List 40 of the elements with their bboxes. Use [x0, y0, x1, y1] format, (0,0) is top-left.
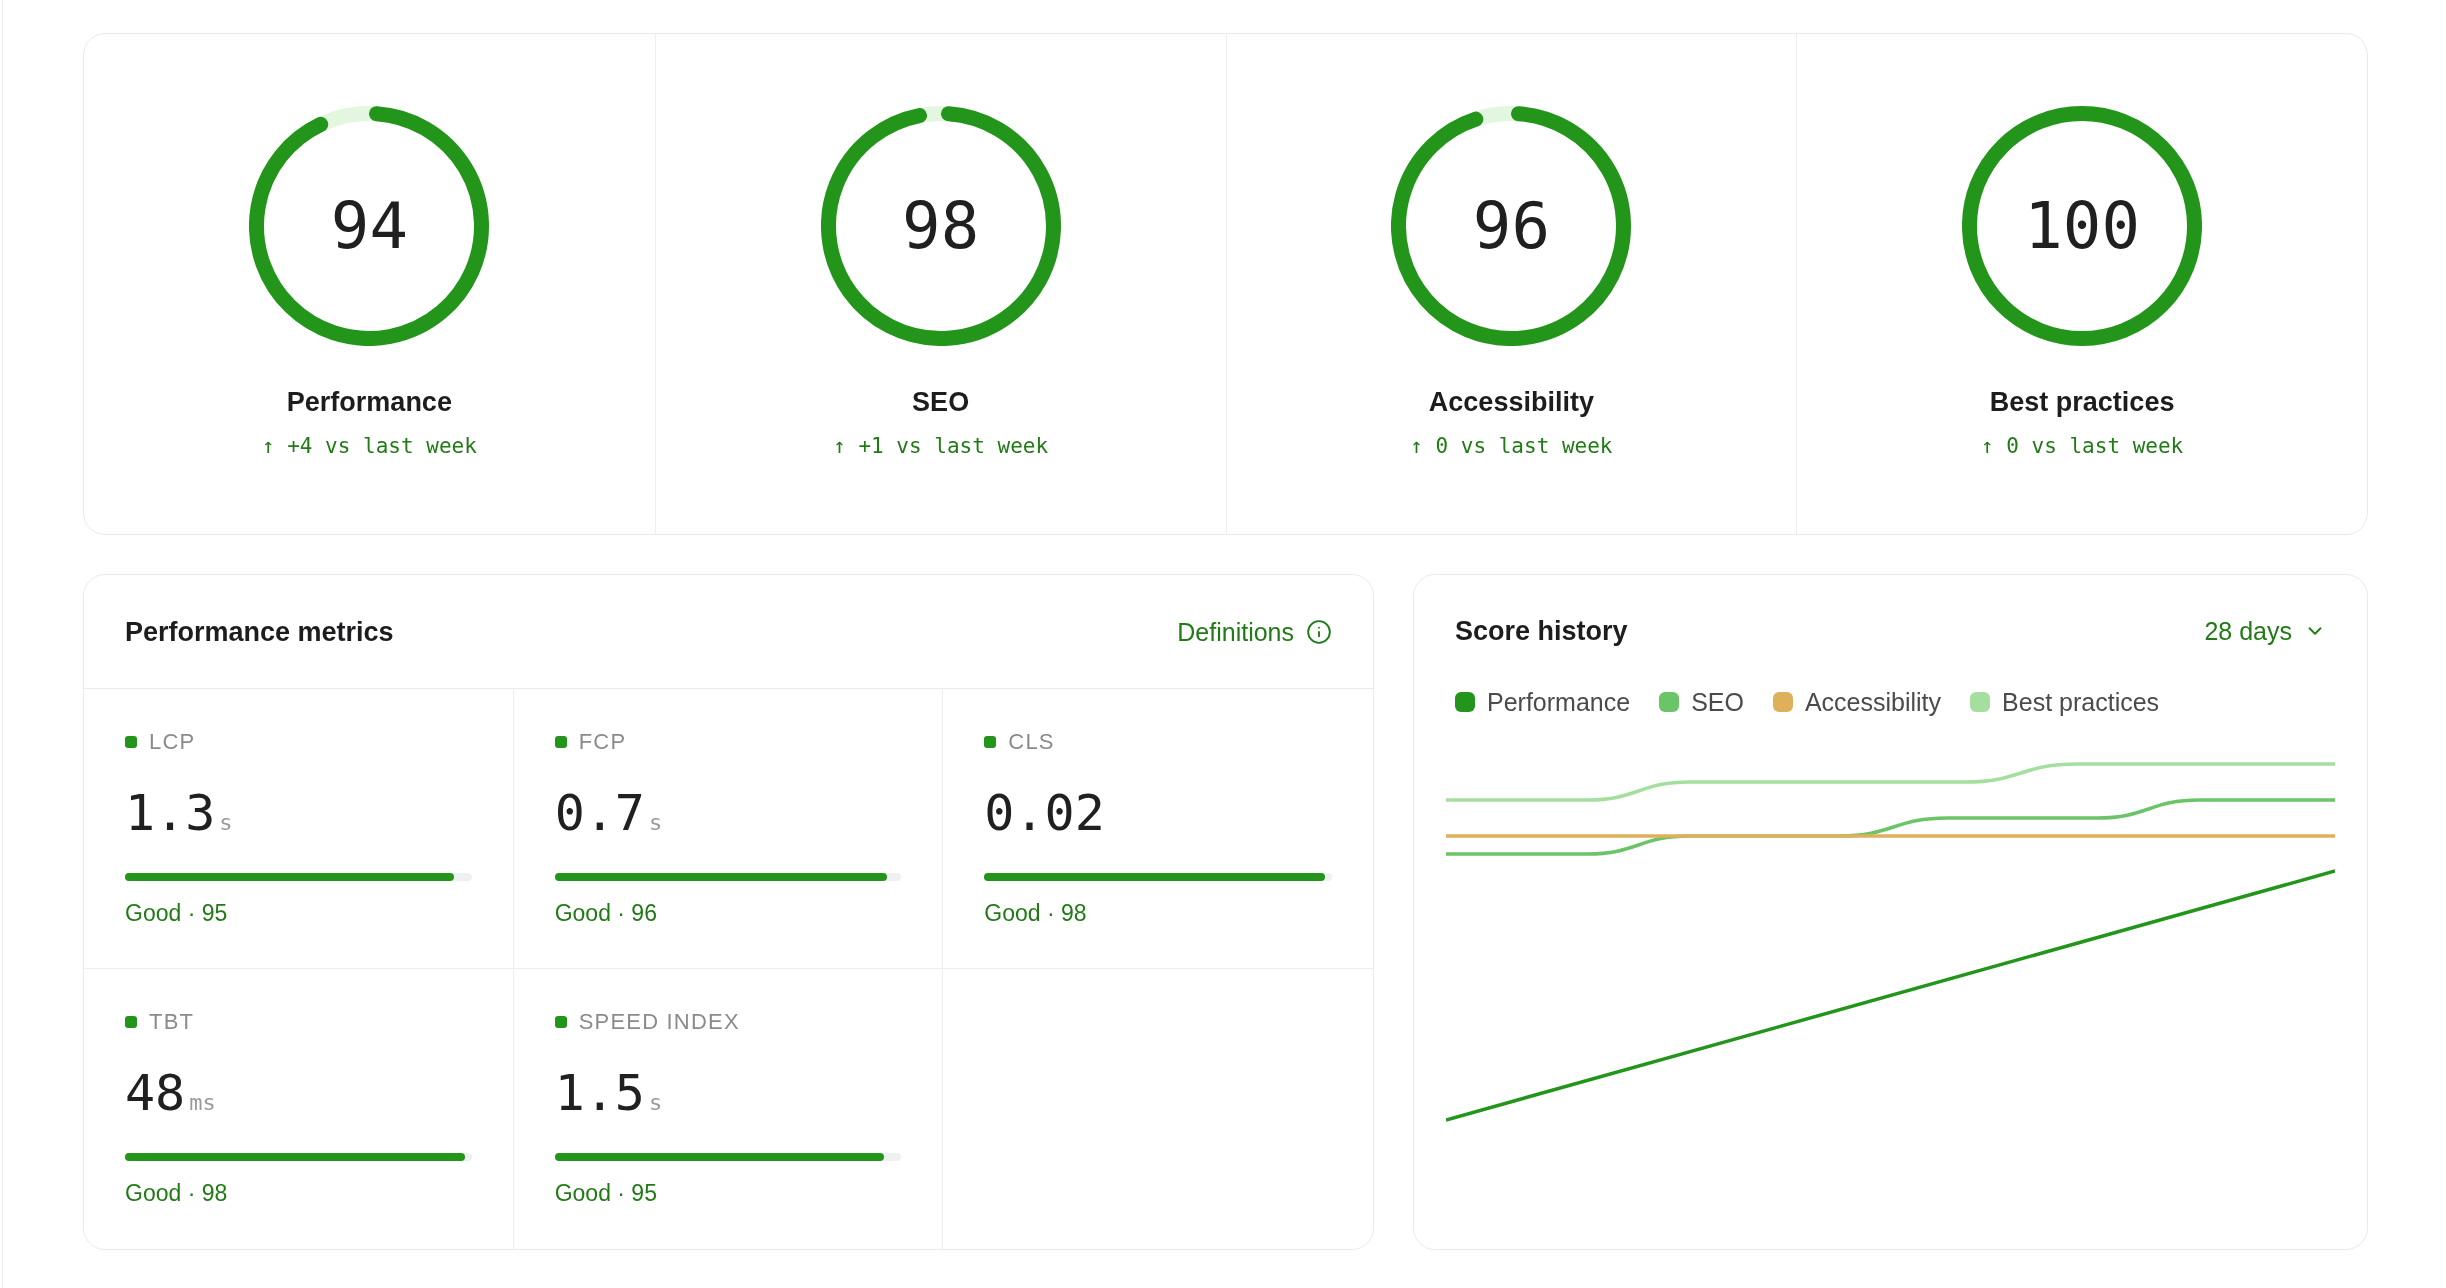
metric-value: 1.3 [125, 783, 216, 843]
rating-text: Good · 96 [554, 899, 658, 927]
score-value: 98 [902, 188, 980, 264]
info-icon [1306, 618, 1332, 645]
score-label: Best practices [1989, 386, 2175, 419]
legend-label: SEO [1691, 687, 1744, 717]
metric-value: 0.7 [554, 783, 645, 843]
rating-text: Good · 98 [125, 1179, 229, 1207]
metric-label: SPEED INDEX [578, 1009, 740, 1035]
legend-label: Performance [1487, 687, 1631, 717]
range-dropdown[interactable]: 28 days [2204, 615, 2326, 647]
legend-label: Accessibility [1804, 687, 1942, 717]
rating-text: Good · 95 [125, 899, 229, 927]
metric-unit: s [219, 810, 233, 836]
metric-unit: s [648, 810, 663, 836]
panel-title: Performance metrics [125, 615, 394, 649]
definitions-link[interactable]: Definitions [1177, 615, 1332, 648]
metric-label: TBT [149, 1009, 195, 1035]
score-value: 96 [1472, 188, 1550, 264]
metric-unit: ms [189, 1090, 216, 1116]
metric-label: CLS [1008, 729, 1055, 755]
metric-value: 0.02 [984, 783, 1105, 843]
metric-unit: s [648, 1090, 663, 1116]
metric-value: 1.5 [554, 1063, 645, 1123]
trend-text: ↑ 0 vs last week [1410, 433, 1613, 460]
rating-text: Good · 98 [984, 899, 1088, 927]
trend-text: ↑ 0 vs last week [1980, 433, 2184, 460]
trend-text: ↑ +4 vs last week [261, 433, 477, 460]
panel-title: Score history [1455, 615, 1628, 648]
legend-label: Best practices [2002, 687, 2160, 717]
metric-value: 48 [125, 1063, 186, 1123]
score-label: Performance [286, 386, 452, 419]
score-label: SEO [912, 386, 970, 419]
trend-text: ↑ +1 vs last week [833, 433, 1049, 460]
score-value: 94 [330, 188, 408, 264]
score-value: 100 [2024, 188, 2140, 264]
metric-label: LCP [149, 729, 196, 755]
score-label: Accessibility [1428, 386, 1594, 419]
rating-text: Good · 95 [554, 1179, 658, 1207]
metric-label: FCP [578, 729, 627, 755]
